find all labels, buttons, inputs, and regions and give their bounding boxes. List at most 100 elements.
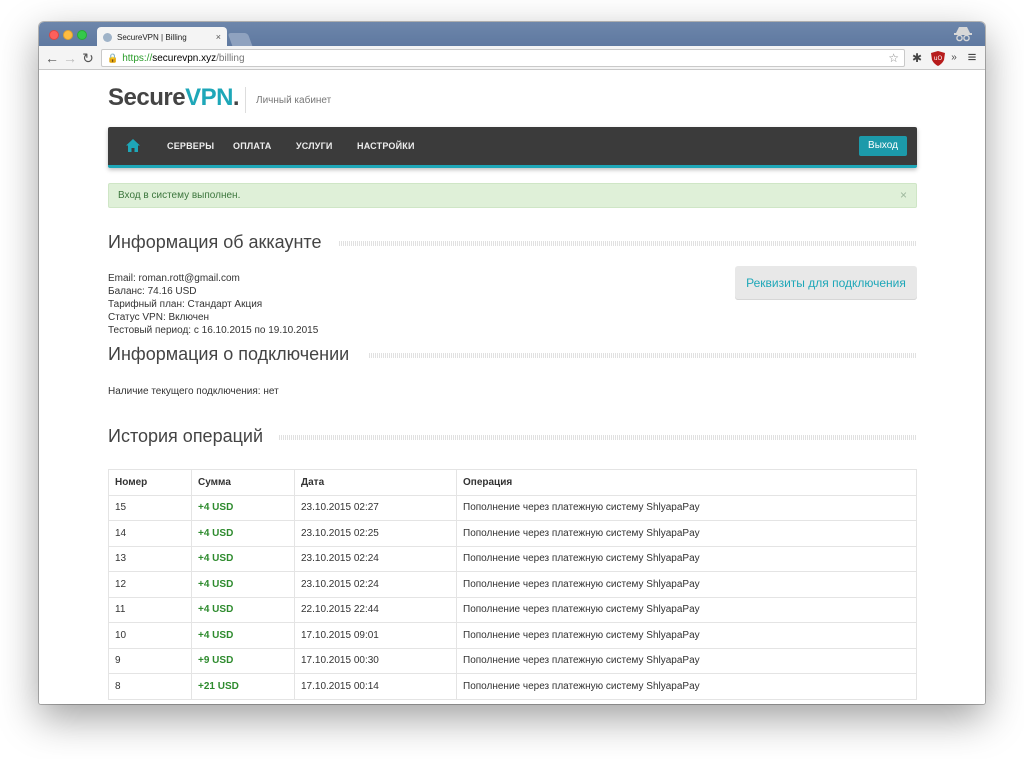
logo-divider <box>245 87 246 113</box>
new-tab-button[interactable] <box>227 33 253 46</box>
cell-date: 22.10.2015 22:44 <box>294 596 457 623</box>
nav-item-servers[interactable]: СЕРВЕРЫ <box>167 141 214 151</box>
browser-window: SecureVPN | Billing × ← → ↻ 🔒 https:// s… <box>39 22 985 704</box>
header-subtitle: Личный кабинет <box>256 95 332 106</box>
account-section-title: Информация об аккаунте <box>108 232 332 253</box>
close-window-button[interactable] <box>49 30 59 40</box>
column-header-operation: Операция <box>456 469 917 496</box>
table-row: 9 +9 USD 17.10.2015 00:30 Пополнение через … <box>108 647 917 674</box>
url-path: /billing <box>216 52 245 64</box>
cell-amount: +4 USD <box>191 596 295 623</box>
nav-item-payment[interactable]: ОПЛАТА <box>233 141 271 151</box>
cell-amount: +4 USD <box>191 622 295 649</box>
cell-amount: +4 USD <box>191 571 295 598</box>
maximize-window-button[interactable] <box>77 30 87 40</box>
history-section-title: История операций <box>108 426 274 447</box>
back-button[interactable]: ← <box>43 49 61 67</box>
lock-icon: 🔒 <box>107 52 119 63</box>
table-row: 15 +4 USD 23.10.2015 02:27 Пополнение через… <box>108 494 917 521</box>
cell-amount: +4 USD <box>191 494 295 521</box>
cell-date: 17.10.2015 09:01 <box>294 622 457 649</box>
cell-number: 11 <box>108 596 192 623</box>
table-row: 11 +4 USD 22.10.2015 22:44 Пополнение через… <box>108 596 917 623</box>
nav-item-settings[interactable]: НАСТРОЙКИ <box>357 141 415 151</box>
browser-titlebar: SecureVPN | Billing × <box>39 22 985 47</box>
cell-date: 23.10.2015 02:24 <box>294 571 457 598</box>
login-success-alert: Вход в систему выполнен. × <box>108 183 917 208</box>
star-icon[interactable]: ☆ <box>888 51 899 65</box>
gear-icon[interactable]: ✱ <box>909 49 925 67</box>
favicon-icon <box>103 32 112 42</box>
svg-text:uO: uO <box>934 55 943 62</box>
cell-date: 23.10.2015 02:24 <box>294 545 457 572</box>
cell-number: 8 <box>108 673 192 700</box>
table-header-row: Номер Сумма Дата Операция <box>108 469 917 496</box>
forward-button[interactable]: → <box>61 49 79 67</box>
cell-number: 10 <box>108 622 192 649</box>
account-trial-period: Тестовый период: с 16.10.2015 по 19.10.2… <box>108 325 319 336</box>
cell-amount: +21 USD <box>191 673 295 700</box>
cell-amount: +4 USD <box>191 520 295 547</box>
main-navbar: СЕРВЕРЫ ОПЛАТА УСЛУГИ НАСТРОЙКИ Выход <box>108 127 917 168</box>
reload-button[interactable]: ↻ <box>79 49 97 67</box>
cell-date: 23.10.2015 02:27 <box>294 494 457 521</box>
page-content: SecureVPN. Личный кабинет СЕРВЕРЫ ОПЛАТА… <box>39 71 985 704</box>
cell-amount: +4 USD <box>191 545 295 572</box>
ublock-icon[interactable]: uO <box>929 49 947 67</box>
table-row: 8 +21 USD 17.10.2015 00:14 Пополнение через… <box>108 673 917 700</box>
cell-date: 17.10.2015 00:14 <box>294 673 457 700</box>
cell-operation: Пополнение через платежную систему Shlya… <box>456 596 917 623</box>
hamburger-menu-icon[interactable]: ≡ <box>964 49 980 67</box>
table-row: 12 +4 USD 23.10.2015 02:24 Пополнение через… <box>108 571 917 598</box>
cell-operation: Пополнение через платежную систему Shlya… <box>456 647 917 674</box>
browser-tab-active[interactable]: SecureVPN | Billing × <box>97 27 227 47</box>
table-row: 14 +4 USD 23.10.2015 02:25 Пополнение через… <box>108 520 917 547</box>
alert-close-icon[interactable]: × <box>900 184 907 207</box>
column-header-number: Номер <box>108 469 192 496</box>
cell-date: 17.10.2015 00:30 <box>294 647 457 674</box>
section-divider <box>369 353 917 358</box>
cell-number: 9 <box>108 647 192 674</box>
cell-date: 23.10.2015 02:25 <box>294 520 457 547</box>
url-scheme: https:// <box>122 52 153 64</box>
logout-button[interactable]: Выход <box>859 136 907 156</box>
connection-details-button[interactable]: Реквизиты для подключения <box>735 266 917 300</box>
cell-number: 12 <box>108 571 192 598</box>
current-connection-status: Наличие текущего подключения: нет <box>108 386 279 397</box>
table-row: 10 +4 USD 17.10.2015 09:01 Пополнение через… <box>108 622 917 649</box>
site-logo[interactable]: SecureVPN. <box>108 84 240 112</box>
overflow-extensions-button[interactable]: » <box>949 49 959 67</box>
account-balance: Баланс: 74.16 USD <box>108 286 197 297</box>
cell-number: 14 <box>108 520 192 547</box>
cell-operation: Пополнение через платежную систему Shlya… <box>456 571 917 598</box>
alert-text: Вход в систему выполнен. <box>118 190 241 201</box>
cell-amount: +9 USD <box>191 647 295 674</box>
account-plan: Тарифный план: Стандарт Акция <box>108 299 263 310</box>
logo-text-secure: Secure <box>108 84 186 111</box>
cell-operation: Пополнение через платежную систему Shlya… <box>456 673 917 700</box>
operations-table: Номер Сумма Дата Операция 15 +4 USD 23.10.… <box>108 469 917 700</box>
cell-operation: Пополнение через платежную систему Shlya… <box>456 494 917 521</box>
connection-section-title: Информация о подключении <box>108 344 360 365</box>
cell-operation: Пополнение через платежную систему Shlya… <box>456 622 917 649</box>
table-row: 13 +4 USD 23.10.2015 02:24 Пополнение через… <box>108 545 917 572</box>
logo-text-dot: . <box>232 84 240 111</box>
home-icon[interactable] <box>125 138 141 154</box>
browser-toolbar: ← → ↻ 🔒 https:// securevpn.xyz /billing … <box>39 46 985 70</box>
tab-close-icon[interactable]: × <box>216 32 221 42</box>
cell-number: 13 <box>108 545 192 572</box>
cell-number: 15 <box>108 494 192 521</box>
tab-title: SecureVPN | Billing <box>117 32 187 42</box>
account-email: Email: roman.rott@gmail.com <box>108 273 240 284</box>
logo-text-vpn: VPN <box>185 84 233 111</box>
column-header-amount: Сумма <box>191 469 295 496</box>
cell-operation: Пополнение через платежную систему Shlya… <box>456 545 917 572</box>
minimize-window-button[interactable] <box>63 30 73 40</box>
nav-item-services[interactable]: УСЛУГИ <box>296 141 333 151</box>
section-divider <box>279 435 917 440</box>
incognito-icon <box>954 27 972 42</box>
section-divider <box>339 241 917 246</box>
address-bar[interactable]: 🔒 https:// securevpn.xyz /billing ☆ <box>101 49 905 67</box>
url-host: securevpn.xyz <box>152 52 217 64</box>
cell-operation: Пополнение через платежную систему Shlya… <box>456 520 917 547</box>
